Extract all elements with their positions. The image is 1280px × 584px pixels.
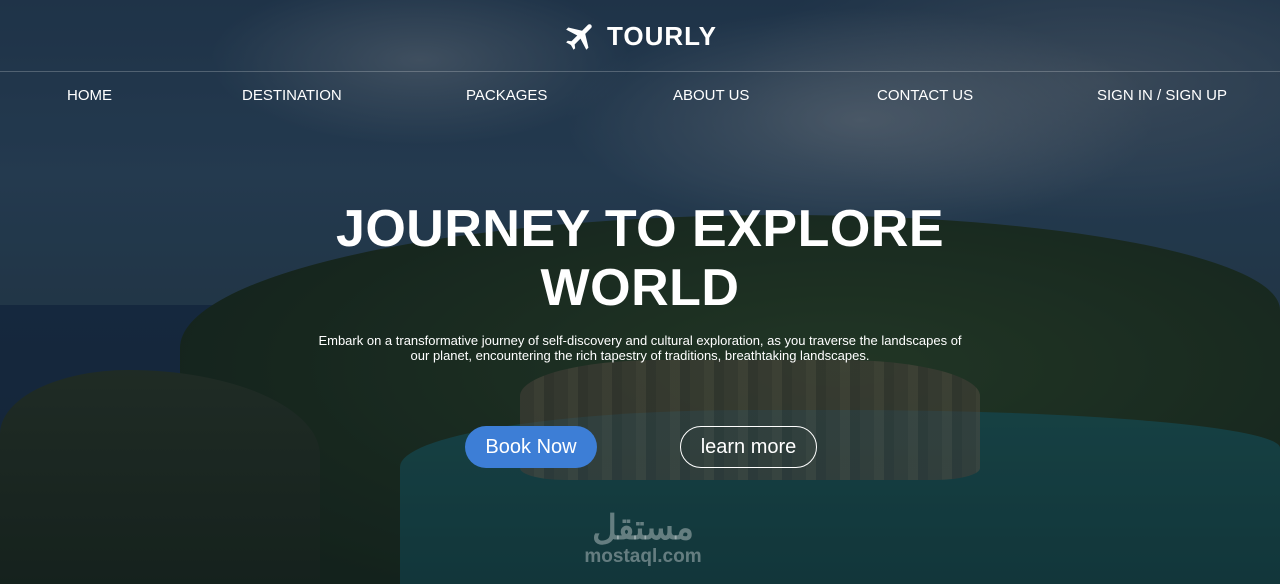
nav-home[interactable]: HOME: [67, 87, 112, 104]
hero-description-line1: Embark on a transformative journey of se…: [318, 333, 962, 348]
watermark-latin: mostaql.com: [584, 546, 702, 567]
brand-name: TOURLY: [606, 20, 718, 51]
nav-destination[interactable]: DESTINATION: [242, 87, 342, 104]
airplane-icon: [563, 18, 599, 54]
hero-title-line2: WORLD: [540, 259, 740, 317]
hero-section: TOURLY HOME DESTINATION PACKAGES ABOUT U…: [0, 0, 1280, 584]
nav-about-us[interactable]: ABOUT US: [673, 87, 749, 104]
hero-description: Embark on a transformative journey of se…: [310, 333, 970, 363]
watermark: مستقل mostaql.com: [563, 510, 723, 568]
hero-description-line2: our planet, encountering the rich tapest…: [410, 348, 870, 363]
watermark-arabic: مستقل: [592, 509, 694, 547]
logo[interactable]: TOURLY: [0, 18, 1280, 54]
hero-title: JOURNEY TO EXPLORE WORLD: [290, 200, 990, 318]
header-divider: [0, 71, 1280, 72]
learn-more-button[interactable]: learn more: [680, 426, 817, 468]
hero-title-line1: JOURNEY TO EXPLORE: [335, 200, 945, 258]
nav-sign-in[interactable]: SIGN IN / SIGN UP: [1097, 87, 1227, 104]
nav-packages[interactable]: PACKAGES: [466, 87, 547, 104]
book-now-button[interactable]: Book Now: [465, 426, 597, 468]
nav-contact-us[interactable]: CONTACT US: [877, 87, 973, 104]
